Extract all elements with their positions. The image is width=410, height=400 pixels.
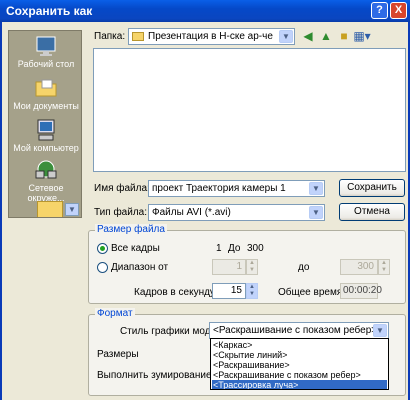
file-list[interactable]: [93, 48, 406, 172]
network-icon: [35, 160, 57, 179]
place-network-label: Сетевое окруже...: [27, 183, 65, 203]
file-name-combo[interactable]: проект Траектория камеры 1 ▼: [148, 180, 325, 197]
range-to-field[interactable]: 300: [340, 259, 378, 275]
total-time-field: 00:00:20: [340, 283, 382, 299]
desktop-icon: [36, 36, 56, 56]
range-radio[interactable]: [97, 262, 108, 273]
file-name-label: Имя файла:: [94, 183, 150, 194]
fps-field[interactable]: 15: [212, 283, 246, 299]
all-frames-radio[interactable]: [97, 243, 108, 254]
place-computer[interactable]: Мой компьютер: [9, 119, 81, 153]
file-type-label: Тип файла:: [94, 207, 147, 218]
all-frames-to: 300: [247, 243, 264, 254]
file-name-value: проект Траектория камеры 1: [152, 183, 286, 194]
file-type-value: Файлы AVI (*.avi): [152, 207, 231, 218]
places-bar: Рабочий стол Мои документы Мой компьютер…: [8, 30, 82, 218]
folder-combo[interactable]: Презентация в Н-ске ар-че ▼: [128, 28, 295, 45]
chevron-down-icon[interactable]: ▼: [279, 30, 293, 43]
total-time-label: Общее время: [278, 287, 343, 298]
chevron-down-icon[interactable]: ▼: [309, 206, 323, 219]
range-from-spinner[interactable]: ▲ ▼: [246, 259, 258, 275]
range-to-label: до: [298, 262, 310, 273]
style-dropdown-list[interactable]: <Каркас> <Скрытие линий> <Раскрашивание>…: [210, 338, 389, 390]
places-scroll-down[interactable]: ▼: [65, 203, 79, 216]
size-label: Размеры: [97, 349, 139, 360]
all-frames-from: 1: [216, 243, 222, 254]
all-frames-label: Все кадры: [111, 243, 160, 254]
place-desktop-label: Рабочий стол: [17, 59, 75, 69]
all-frames-to-label: До: [228, 243, 241, 254]
folder-label: Папка:: [94, 31, 126, 42]
place-computer-label: Мой компьютер: [13, 143, 79, 153]
chevron-down-icon[interactable]: ▼: [373, 324, 387, 337]
computer-icon: [37, 119, 55, 141]
new-folder-icon[interactable]: ■: [336, 28, 352, 44]
place-network[interactable]: Сетевое окруже...: [9, 159, 81, 203]
place-documents[interactable]: Мои документы: [9, 77, 81, 111]
range-from-field[interactable]: 1: [212, 259, 246, 275]
view-menu-icon[interactable]: ▦▾: [352, 28, 372, 44]
dropdown-item-wireframe[interactable]: <Каркас>: [212, 340, 387, 350]
save-button[interactable]: Сохранить: [339, 179, 405, 197]
dropdown-item-shaded[interactable]: <Раскрашивание>: [212, 360, 387, 370]
fps-spinner[interactable]: ▲ ▼: [246, 283, 258, 299]
chevron-down-icon[interactable]: ▼: [309, 182, 323, 195]
file-type-combo[interactable]: Файлы AVI (*.avi) ▼: [148, 204, 325, 221]
folder-value: Презентация в Н-ске ар-че: [148, 31, 273, 42]
help-button[interactable]: ?: [371, 2, 388, 19]
zoom-label: Выполнить зумирование: [97, 370, 212, 381]
folder-icon: [35, 79, 57, 97]
file-size-title: Размер файла: [95, 224, 167, 235]
folder-combo-icon: [132, 32, 144, 41]
dropdown-item-hidden-lines[interactable]: <Скрытие линий>: [212, 350, 387, 360]
range-to-spinner[interactable]: ▲ ▼: [378, 259, 390, 275]
dropdown-item-shaded-edges[interactable]: <Раскрашивание с показом ребер>: [212, 370, 387, 380]
places-more-icon[interactable]: [37, 201, 63, 217]
fps-label: Кадров в секунду: [134, 287, 215, 298]
style-combo[interactable]: <Раскрашивание с показом ребер> ▼: [209, 322, 389, 339]
title-bar[interactable]: Сохранить как ? X: [0, 0, 410, 22]
format-title: Формат: [95, 308, 135, 319]
range-label: Диапазон от: [111, 262, 169, 273]
place-documents-label: Мои документы: [13, 101, 79, 111]
back-icon[interactable]: ◀: [300, 28, 316, 44]
close-button[interactable]: X: [390, 2, 407, 19]
cancel-button[interactable]: Отмена: [339, 203, 405, 221]
up-folder-icon[interactable]: ▲: [318, 28, 334, 44]
dropdown-item-raytrace[interactable]: <Трассировка луча>: [212, 380, 387, 389]
style-value: <Раскрашивание с показом ребер>: [213, 325, 378, 336]
place-desktop[interactable]: Рабочий стол: [9, 35, 81, 69]
window-title: Сохранить как: [6, 4, 93, 18]
